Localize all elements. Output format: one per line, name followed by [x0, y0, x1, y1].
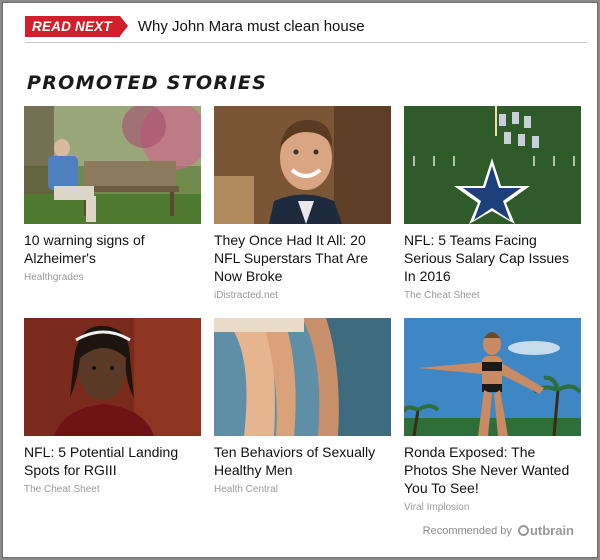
thumbnail-elderly-man-on-bench[interactable] [24, 106, 201, 224]
thumbnail-football-player-portrait[interactable] [24, 318, 201, 436]
section-title: PROMOTED STORIES [27, 72, 268, 94]
thumbnail-woman-beach-pose[interactable] [404, 318, 581, 436]
story-source: Healthgrades [24, 272, 84, 283]
story-title[interactable]: Ten Behaviors of Sexually Healthy Men [214, 443, 391, 479]
story-source: The Cheat Sheet [24, 484, 100, 495]
story-title[interactable]: Ronda Exposed: The Photos She Never Want… [404, 443, 581, 497]
outbrain-logo[interactable]: utbrain [517, 523, 574, 538]
outbrain-o-icon [517, 525, 529, 536]
story-source: The Cheat Sheet [404, 290, 480, 301]
story-title[interactable]: NFL: 5 Potential Landing Spots for RGIII [24, 443, 201, 479]
story-card-salary-cap[interactable]: NFL: 5 Teams Facing Serious Salary Cap I… [404, 106, 581, 302]
thumbnail-football-field-star-logo[interactable] [404, 106, 581, 224]
thumbnail-couple-legs[interactable] [214, 318, 391, 436]
story-card-ronda[interactable]: Ronda Exposed: The Photos She Never Want… [404, 318, 581, 514]
story-source: iDistracted.net [214, 290, 278, 301]
outbrain-brand-text: utbrain [529, 523, 574, 538]
story-card-alzheimers[interactable]: 10 warning signs of Alzheimer's Healthgr… [24, 106, 201, 284]
story-card-nfl-broke[interactable]: They Once Had It All: 20 NFL Superstars … [214, 106, 391, 302]
story-card-rgiii[interactable]: NFL: 5 Potential Landing Spots for RGIII… [24, 318, 201, 496]
recommended-by[interactable]: Recommended by utbrain [423, 523, 574, 538]
recommended-by-label: Recommended by [422, 524, 512, 537]
story-title[interactable]: They Once Had It All: 20 NFL Superstars … [214, 231, 391, 285]
story-card-behaviors[interactable]: Ten Behaviors of Sexually Healthy Men He… [214, 318, 391, 496]
read-next-headline-link[interactable]: Why John Mara must clean house [138, 16, 365, 37]
read-next-badge: READ NEXT [25, 16, 128, 37]
read-next-bar: READ NEXT Why John Mara must clean house [25, 11, 587, 43]
story-title[interactable]: NFL: 5 Teams Facing Serious Salary Cap I… [404, 231, 581, 285]
story-source: Health Central [214, 484, 278, 495]
story-source: Viral Implosion [404, 502, 470, 513]
thumbnail-smiling-man-portrait[interactable] [214, 106, 391, 224]
story-title[interactable]: 10 warning signs of Alzheimer's [24, 231, 201, 267]
